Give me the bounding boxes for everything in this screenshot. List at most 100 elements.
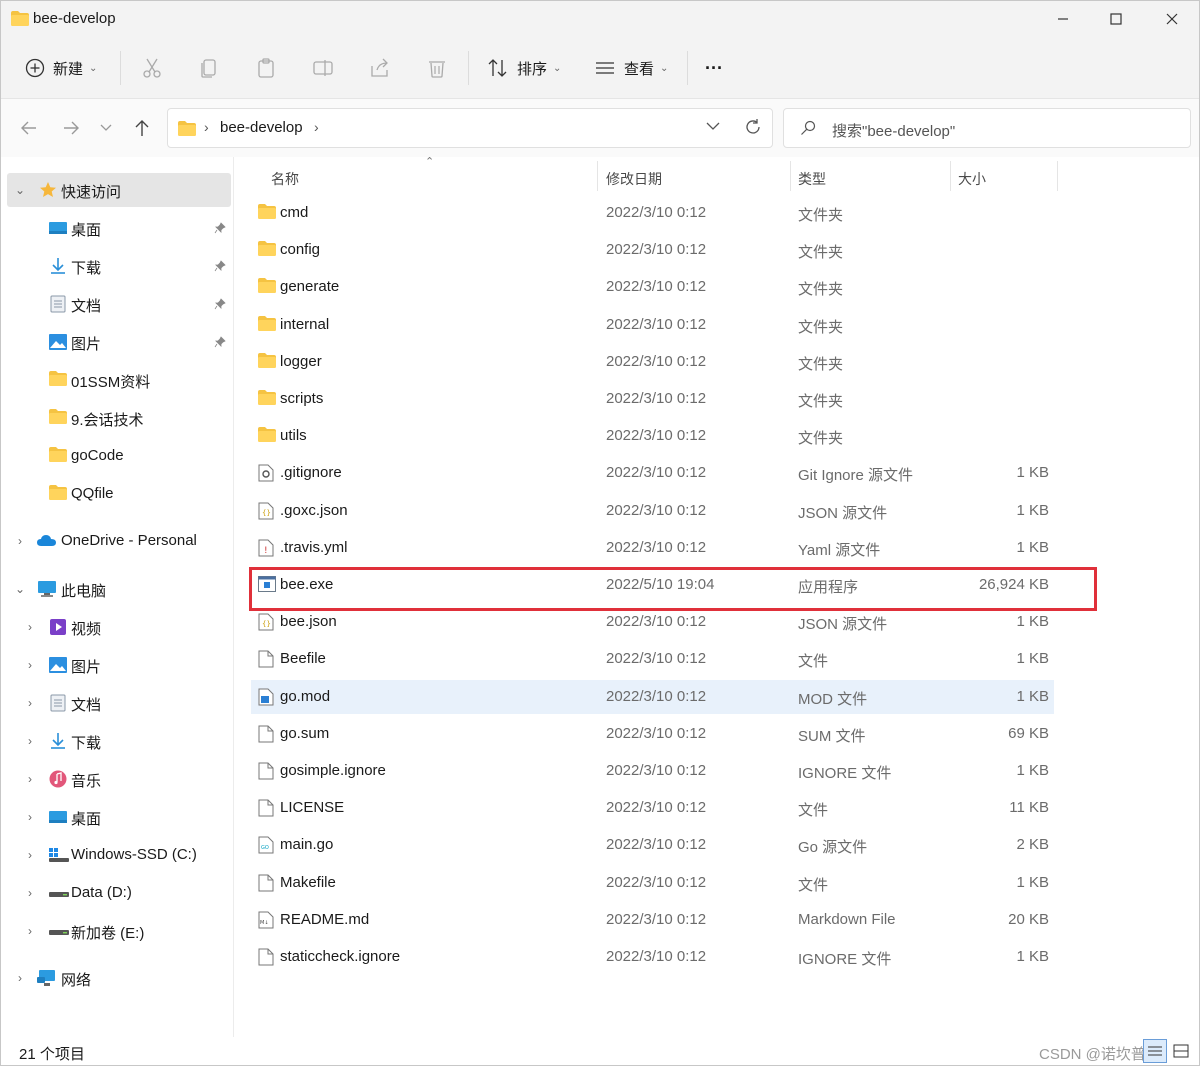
pin-icon[interactable] (214, 221, 226, 238)
view-button[interactable]: 查看 ⌄ (594, 51, 668, 85)
file-row[interactable]: LICENSE 2022/3/10 0:12 文件 11 KB (251, 791, 1054, 825)
file-row[interactable]: utils 2022/3/10 0:12 文件夹 (251, 419, 1054, 453)
recent-locations-button[interactable] (91, 113, 121, 143)
column-header-date[interactable]: 修改日期 (606, 163, 662, 195)
sidebar-item-desktop[interactable]: 桌面 (1, 211, 233, 245)
file-row[interactable]: ! .travis.yml 2022/3/10 0:12 Yaml 源文件 1 KB (251, 531, 1054, 565)
sidebar-item-music[interactable]: › 音乐 (1, 762, 233, 796)
refresh-button[interactable] (744, 118, 762, 140)
up-button[interactable] (127, 113, 157, 143)
sidebar-item-this-pc[interactable]: ⌄ 此电脑 (1, 572, 233, 606)
sidebar-item-pc-pictures[interactable]: › 图片 (1, 648, 233, 682)
new-button[interactable]: 新建 ⌄ (25, 51, 97, 85)
address-bar[interactable]: › bee-develop › (167, 108, 773, 148)
file-name: cmd (280, 204, 309, 221)
maximize-button[interactable] (1088, 1, 1144, 37)
file-row[interactable]: go.mod 2022/3/10 0:12 MOD 文件 1 KB (251, 679, 1054, 714)
breadcrumb[interactable]: bee-develop (220, 119, 303, 136)
mod-file-icon (258, 688, 276, 706)
copy-button[interactable] (198, 51, 220, 85)
minimize-button[interactable] (1035, 1, 1091, 37)
sidebar-item-quick-access[interactable]: ⌄ 快速访问 (7, 173, 231, 207)
chevron-down-icon[interactable]: ⌄ (13, 582, 27, 596)
sidebar-item-drive-d[interactable]: › Data (D:) (1, 876, 233, 910)
sidebar-item-onedrive[interactable]: › OneDrive - Personal (1, 524, 233, 558)
file-row[interactable]: Makefile 2022/3/10 0:12 文件 1 KB (251, 866, 1054, 900)
chevron-right-icon[interactable]: › (23, 848, 37, 862)
sidebar-item-downloads[interactable]: 下载 (1, 249, 233, 283)
file-row[interactable]: staticcheck.ignore 2022/3/10 0:12 IGNORE 文… (251, 940, 1054, 974)
trash-icon (429, 61, 445, 78)
sidebar-item-drive-c[interactable]: › Windows-SSD (C:) (1, 838, 233, 872)
sidebar-item-drive-e[interactable]: › 新加卷 (E:) (1, 914, 233, 948)
folder-icon (258, 315, 276, 334)
sidebar-item-pictures[interactable]: 图片 (1, 325, 233, 359)
cut-button[interactable] (141, 51, 163, 85)
address-dropdown-button[interactable] (706, 119, 720, 137)
file-name: scripts (280, 390, 324, 407)
delete-button[interactable] (426, 51, 448, 85)
breadcrumb-chevron-icon[interactable]: › (314, 119, 319, 135)
sort-button[interactable]: 排序 ⌄ (487, 51, 561, 85)
rename-button[interactable] (312, 51, 334, 85)
sidebar-item-session[interactable]: 9.会话技术 (1, 401, 233, 435)
file-row[interactable]: gosimple.ignore 2022/3/10 0:12 IGNORE 文件 1 … (251, 754, 1054, 788)
sidebar-item-network[interactable]: › 网络 (1, 961, 233, 995)
file-name: bee.json (280, 613, 337, 631)
file-row[interactable]: Beefile 2022/3/10 0:12 文件 1 KB (251, 642, 1054, 676)
search-input[interactable]: 搜索"bee-develop" (783, 108, 1191, 148)
windows-drive-icon (49, 846, 69, 864)
pin-icon[interactable] (214, 335, 226, 352)
chevron-right-icon[interactable]: › (23, 658, 37, 672)
back-button[interactable] (14, 113, 44, 143)
more-options-button[interactable]: ··· (705, 51, 723, 85)
sidebar-item-pc-desktop[interactable]: › 桌面 (1, 800, 233, 834)
sidebar-item-documents[interactable]: 文档 (1, 287, 233, 321)
document-icon (49, 694, 67, 712)
column-header-size[interactable]: 大小 (958, 163, 986, 195)
chevron-right-icon[interactable]: › (23, 772, 37, 786)
chevron-right-icon[interactable]: › (23, 620, 37, 634)
close-button[interactable] (1144, 1, 1200, 37)
file-row[interactable]: internal 2022/3/10 0:12 文件夹 (251, 308, 1054, 342)
tiles-view-button[interactable] (1169, 1039, 1193, 1063)
file-row[interactable]: M↓ README.md 2022/3/10 0:12 Markdown File 20… (251, 903, 1054, 937)
sidebar-item-qqfile[interactable]: QQfile (1, 477, 233, 511)
chevron-down-icon[interactable]: ⌄ (13, 183, 27, 197)
pin-icon[interactable] (214, 259, 226, 276)
chevron-right-icon[interactable]: › (23, 924, 37, 938)
breadcrumb-chevron-icon[interactable]: › (204, 119, 209, 135)
sidebar-item-01ssm[interactable]: 01SSM资料 (1, 363, 233, 397)
sidebar-item-pc-downloads[interactable]: › 下载 (1, 724, 233, 758)
sidebar-item-videos[interactable]: › 视频 (1, 610, 233, 644)
chevron-right-icon[interactable]: › (13, 971, 27, 985)
chevron-right-icon[interactable]: › (23, 810, 37, 824)
column-header-type[interactable]: 类型 (798, 163, 826, 195)
column-header-name[interactable]: 名称 (271, 163, 299, 195)
file-row[interactable]: {} .goxc.json 2022/3/10 0:12 JSON 源文件 1 KB (251, 494, 1054, 528)
pin-icon[interactable] (214, 297, 226, 314)
file-row[interactable]: scripts 2022/3/10 0:12 文件夹 (251, 382, 1054, 416)
file-name: generate (280, 278, 340, 296)
file-row[interactable]: config 2022/3/10 0:12 文件夹 (251, 233, 1054, 267)
json-file-icon: {} (258, 502, 276, 520)
details-view-button[interactable] (1143, 1039, 1167, 1063)
chevron-right-icon[interactable]: › (23, 734, 37, 748)
file-row[interactable]: logger 2022/3/10 0:12 文件夹 (251, 345, 1054, 379)
paste-button[interactable] (255, 51, 277, 85)
sidebar-item-pc-documents[interactable]: › 文档 (1, 686, 233, 720)
file-row[interactable]: go.sum 2022/3/10 0:12 SUM 文件 69 KB (251, 717, 1054, 751)
chevron-right-icon[interactable]: › (23, 886, 37, 900)
forward-button[interactable] (56, 113, 86, 143)
share-button[interactable] (369, 51, 391, 85)
chevron-right-icon[interactable]: › (23, 696, 37, 710)
file-type: Go 源文件 (798, 839, 868, 857)
file-size: 11 KB (1009, 799, 1049, 817)
sidebar-item-label: 快速访问 (61, 184, 122, 201)
sidebar-item-gocode[interactable]: goCode (1, 439, 233, 473)
file-row[interactable]: .gitignore 2022/3/10 0:12 Git Ignore 源文件 1 … (251, 456, 1054, 490)
file-row[interactable]: GO main.go 2022/3/10 0:12 Go 源文件 2 KB (251, 828, 1054, 862)
file-row[interactable]: generate 2022/3/10 0:12 文件夹 (251, 270, 1054, 304)
chevron-right-icon[interactable]: › (13, 534, 27, 548)
file-row[interactable]: cmd 2022/3/10 0:12 文件夹 (251, 196, 1054, 230)
